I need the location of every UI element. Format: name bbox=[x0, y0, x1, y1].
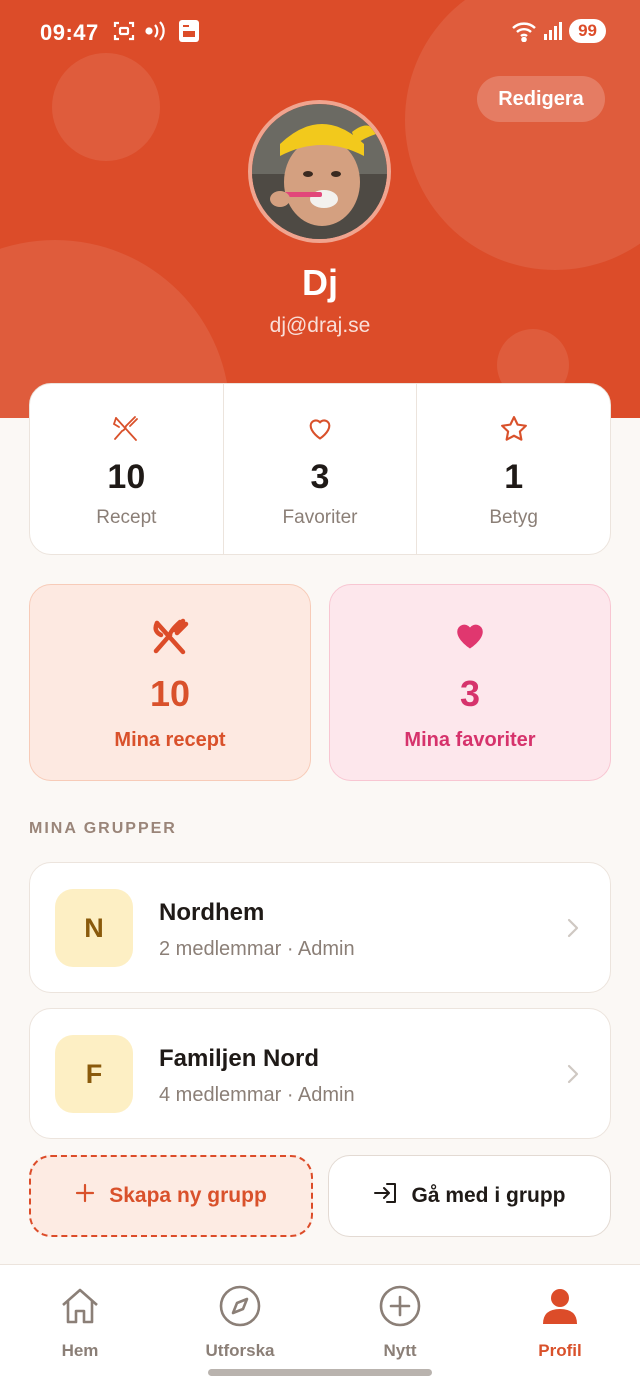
stat-label: Betyg bbox=[489, 507, 538, 528]
edit-profile-button[interactable]: Redigera bbox=[477, 76, 605, 122]
my-favorites-label: Mina favoriter bbox=[404, 729, 536, 751]
avatar-photo bbox=[252, 104, 387, 239]
join-group-button[interactable]: Gå med i grupp bbox=[328, 1155, 611, 1237]
stat-label: Recept bbox=[96, 507, 157, 528]
group-meta: 4 medlemmar · Admin bbox=[159, 1084, 355, 1106]
wifi-icon bbox=[512, 22, 536, 42]
user-icon bbox=[540, 1283, 580, 1329]
battery-indicator: 99 bbox=[569, 19, 606, 43]
nav-label: Hem bbox=[61, 1341, 99, 1360]
plus-circle-icon bbox=[378, 1283, 422, 1329]
sim-card-icon bbox=[179, 20, 199, 42]
status-bar: 09:47 99 bbox=[0, 0, 640, 66]
utensils-icon bbox=[111, 414, 141, 444]
my-recipes-label: Mina recept bbox=[114, 729, 226, 751]
avatar[interactable] bbox=[248, 100, 391, 243]
group-name: Nordhem bbox=[159, 899, 265, 926]
nav-label: Profil bbox=[538, 1341, 582, 1360]
stat-favorites[interactable]: 3 Favoriter bbox=[224, 384, 418, 554]
chevron-right-icon bbox=[566, 917, 580, 944]
stat-value: 10 bbox=[107, 458, 146, 496]
my-recipes-count: 10 bbox=[149, 673, 191, 714]
decor-bubble bbox=[52, 53, 160, 161]
group-meta: 2 medlemmar · Admin bbox=[159, 938, 355, 960]
group-row-nordhem[interactable]: N Nordhem 2 medlemmar · Admin bbox=[29, 862, 611, 993]
stats-card: 10 Recept 3 Favoriter 1 Betyg bbox=[29, 383, 611, 555]
chevron-right-icon bbox=[566, 1063, 580, 1090]
stat-label: Favoriter bbox=[282, 507, 358, 528]
signal-icon bbox=[544, 22, 563, 40]
utensils-icon bbox=[150, 617, 190, 657]
groups-section-title: MINA GRUPPER bbox=[29, 820, 177, 837]
home-indicator bbox=[208, 1369, 432, 1376]
group-name: Familjen Nord bbox=[159, 1045, 320, 1072]
stat-value: 1 bbox=[504, 458, 524, 496]
status-time: 09:47 bbox=[40, 20, 99, 45]
create-group-label: Skapa ny grupp bbox=[109, 1184, 267, 1207]
create-group-button[interactable]: Skapa ny grupp bbox=[29, 1155, 313, 1237]
compass-icon bbox=[218, 1283, 262, 1329]
group-row-familjen-nord[interactable]: F Familjen Nord 4 medlemmar · Admin bbox=[29, 1008, 611, 1139]
group-avatar: F bbox=[55, 1035, 133, 1113]
screenshot-icon bbox=[113, 21, 135, 41]
profile-header: 09:47 99 Redigera Dj dj@draj.se bbox=[0, 0, 640, 418]
nav-profile[interactable]: Profil bbox=[500, 1283, 620, 1361]
my-favorites-card[interactable]: 3 Mina favoriter bbox=[329, 584, 611, 781]
heart-icon bbox=[452, 617, 488, 657]
stat-recipes[interactable]: 10 Recept bbox=[30, 384, 224, 554]
group-avatar: N bbox=[55, 889, 133, 967]
nfc-icon bbox=[145, 21, 165, 41]
stat-ratings[interactable]: 1 Betyg bbox=[417, 384, 610, 554]
home-icon bbox=[59, 1283, 101, 1329]
profile-email: dj@draj.se bbox=[269, 314, 371, 337]
profile-name: Dj bbox=[302, 262, 338, 303]
stat-value: 3 bbox=[310, 458, 330, 496]
my-favorites-count: 3 bbox=[459, 673, 481, 714]
heart-outline-icon bbox=[306, 414, 334, 444]
my-recipes-card[interactable]: 10 Mina recept bbox=[29, 584, 311, 781]
nav-label: Nytt bbox=[383, 1341, 417, 1360]
nav-home[interactable]: Hem bbox=[20, 1283, 140, 1361]
nav-new[interactable]: Nytt bbox=[340, 1283, 460, 1361]
login-icon bbox=[373, 1181, 399, 1211]
join-group-label: Gå med i grupp bbox=[411, 1184, 566, 1207]
nav-label: Utforska bbox=[205, 1341, 275, 1360]
plus-icon bbox=[75, 1183, 95, 1209]
star-outline-icon bbox=[499, 414, 529, 444]
nav-explore[interactable]: Utforska bbox=[180, 1283, 300, 1361]
